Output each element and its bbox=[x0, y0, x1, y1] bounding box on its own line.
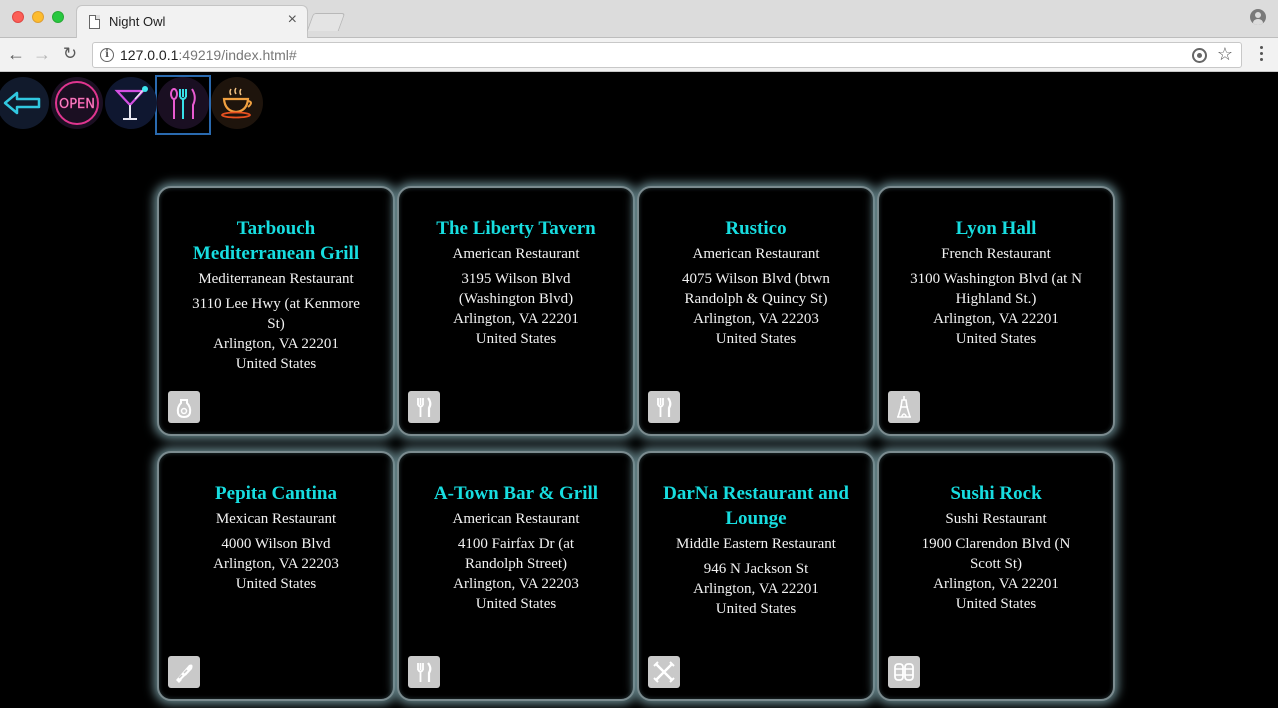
url-text[interactable]: 127.0.0.1:49219/index.html# bbox=[120, 47, 297, 63]
restaurant-address: 1900 Clarendon Blvd (N Scott St) Arlingto… bbox=[921, 536, 1071, 612]
restaurant-address: 946 N Jackson St Arlington, VA 22201 Unite… bbox=[693, 561, 819, 617]
profile-icon[interactable] bbox=[1250, 9, 1266, 25]
restaurant-category: American Restaurant bbox=[692, 246, 820, 262]
restaurant-category: Sushi Restaurant bbox=[945, 511, 1047, 527]
browser-menu-icon[interactable] bbox=[1260, 46, 1264, 64]
fork-knife-icon bbox=[648, 391, 680, 423]
browser-toolbar: ← → ↻ i 127.0.0.1:49219/index.html# ☆ bbox=[0, 38, 1278, 72]
burrito-icon bbox=[168, 656, 200, 688]
restaurant-address: 4075 Wilson Blvd (btwn Randolph & Quincy… bbox=[682, 271, 830, 347]
restaurant-address: 3195 Wilson Blvd (Washington Blvd) Arling… bbox=[453, 271, 579, 347]
forward-button[interactable]: → bbox=[30, 43, 54, 67]
restaurant-name[interactable]: A-Town Bar & Grill bbox=[415, 481, 617, 506]
back-arrow-icon[interactable] bbox=[0, 77, 49, 129]
restaurant-name[interactable]: Sushi Rock bbox=[895, 481, 1097, 506]
restaurant-category: Mediterranean Restaurant bbox=[198, 271, 354, 287]
restaurant-address: 3100 Washington Blvd (at N Highland St.)… bbox=[910, 271, 1082, 347]
address-bar[interactable]: i 127.0.0.1:49219/index.html# ☆ bbox=[92, 42, 1242, 68]
crossed-utensils-icon bbox=[648, 656, 680, 688]
location-icon[interactable] bbox=[1192, 48, 1207, 63]
restaurant-category: Mexican Restaurant bbox=[215, 511, 337, 527]
open-sign-icon[interactable]: OPEN bbox=[51, 77, 103, 129]
restaurant-address: 3110 Lee Hwy (at Kenmore St) Arlington, V… bbox=[192, 296, 360, 372]
maximize-window-button[interactable] bbox=[52, 11, 64, 23]
restaurant-card[interactable]: Sushi Rock Sushi Restaurant 1900 Clarend… bbox=[877, 451, 1115, 701]
restaurant-name[interactable]: DarNa Restaurant and Lounge bbox=[655, 481, 857, 531]
falafel-icon bbox=[168, 391, 200, 423]
eiffel-tower-icon bbox=[888, 391, 920, 423]
fork-knife-icon bbox=[408, 656, 440, 688]
bookmark-star-icon[interactable]: ☆ bbox=[1217, 44, 1233, 65]
restaurant-name[interactable]: Rustico bbox=[655, 216, 857, 241]
browser-tab-strip: Night Owl × bbox=[0, 0, 1278, 38]
svg-text:OPEN: OPEN bbox=[59, 97, 95, 112]
sushi-icon bbox=[888, 656, 920, 688]
restaurant-card[interactable]: A-Town Bar & Grill American Restaurant 4… bbox=[397, 451, 635, 701]
restaurant-name[interactable]: Tarbouch Mediterranean Grill bbox=[175, 216, 377, 266]
restaurant-name[interactable]: The Liberty Tavern bbox=[415, 216, 617, 241]
tab-close-icon[interactable]: × bbox=[288, 12, 297, 28]
page-icon bbox=[89, 15, 100, 29]
browser-tab[interactable]: Night Owl × bbox=[76, 5, 308, 38]
restaurant-category: Middle Eastern Restaurant bbox=[676, 536, 836, 552]
restaurant-category: French Restaurant bbox=[941, 246, 1051, 262]
tab-title: Night Owl bbox=[109, 14, 166, 29]
restaurant-category: American Restaurant bbox=[452, 511, 580, 527]
new-tab-button[interactable] bbox=[306, 13, 346, 31]
restaurant-card[interactable]: Lyon Hall French Restaurant 3100 Washing… bbox=[877, 186, 1115, 436]
restaurant-name[interactable]: Lyon Hall bbox=[895, 216, 1097, 241]
reload-button[interactable]: ↻ bbox=[58, 43, 82, 67]
info-icon[interactable]: i bbox=[100, 48, 114, 62]
restaurant-address: 4000 Wilson Blvd Arlington, VA 22203 Unite… bbox=[213, 536, 339, 592]
restaurant-card[interactable]: DarNa Restaurant and Lounge Middle Easte… bbox=[637, 451, 875, 701]
close-window-button[interactable] bbox=[12, 11, 24, 23]
fork-knife-icon bbox=[408, 391, 440, 423]
fork-spoon-knife-icon[interactable] bbox=[157, 77, 209, 129]
restaurant-card[interactable]: Tarbouch Mediterranean Grill Mediterrane… bbox=[157, 186, 395, 436]
back-button[interactable]: ← bbox=[4, 43, 28, 67]
cocktail-icon[interactable] bbox=[105, 77, 157, 129]
restaurant-category: American Restaurant bbox=[452, 246, 580, 262]
restaurant-card[interactable]: Pepita Cantina Mexican Restaurant 4000 W… bbox=[157, 451, 395, 701]
restaurant-card[interactable]: Rustico American Restaurant 4075 Wilson … bbox=[637, 186, 875, 436]
minimize-window-button[interactable] bbox=[32, 11, 44, 23]
restaurant-address: 4100 Fairfax Dr (at Randolph Street) Arli… bbox=[453, 536, 579, 612]
restaurant-name[interactable]: Pepita Cantina bbox=[175, 481, 377, 506]
coffee-cup-icon[interactable] bbox=[211, 77, 263, 129]
page-content: OPEN Tarbouch Mediterranean Grill Medite… bbox=[0, 73, 1278, 708]
restaurant-card[interactable]: The Liberty Tavern American Restaurant 3… bbox=[397, 186, 635, 436]
